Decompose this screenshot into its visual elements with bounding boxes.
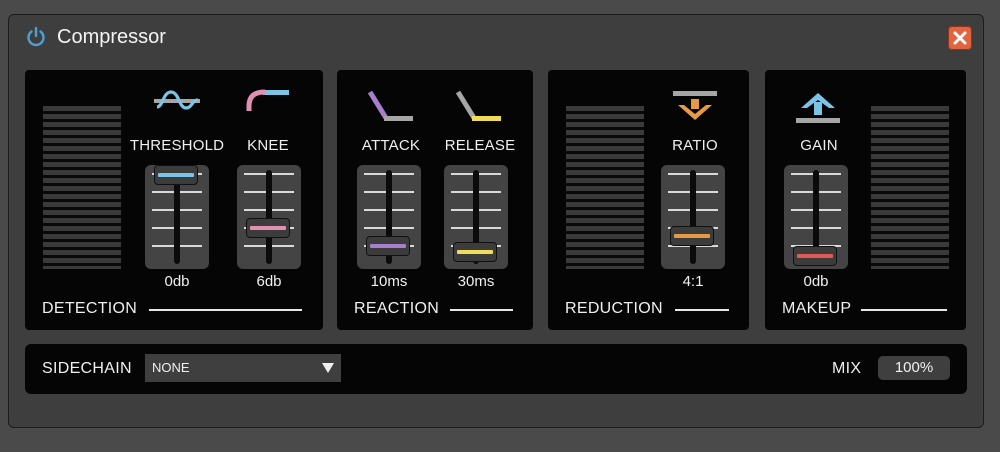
release-fader-knob[interactable] [453,241,497,262]
detection-panel: THRESHOLD KNEE 0db 6db DETECTION [25,70,323,330]
knee-fader-knob[interactable] [246,217,290,238]
knee-icon [246,89,289,111]
gain-icon [796,93,840,123]
release-value: 30ms [457,273,495,290]
sidechain-label: SIDECHAIN [42,360,132,377]
close-button[interactable] [948,26,972,50]
detection-level-meter [43,106,121,269]
sidechain-select[interactable]: NONE [145,354,341,382]
reduction-panel: RATIO 4:1 REDUCTION [548,70,749,330]
reduction-level-meter [566,106,644,269]
reaction-panel: ATTACK RELEASE 10ms 30ms REACTION [337,70,533,330]
knee-value: 6db [256,273,282,290]
threshold-label: THRESHOLD [129,137,225,154]
mix-value-field[interactable]: 100% [878,356,950,380]
makeup-divider [861,309,947,311]
window-title: Compressor [57,26,166,48]
attack-label: ATTACK [361,137,421,154]
close-icon [953,31,967,45]
gain-fader[interactable] [784,165,848,269]
gain-label: GAIN [800,137,838,154]
makeup-panel: GAIN 0db MAKEUP [765,70,966,330]
reduction-section-label: REDUCTION [565,300,663,317]
detection-divider [149,309,302,311]
gain-fader-knob[interactable] [793,246,837,266]
knee-fader[interactable] [237,165,301,269]
makeup-section-label: MAKEUP [782,300,852,317]
ratio-label: RATIO [672,137,718,154]
threshold-fader-knob[interactable] [154,165,198,185]
gain-value: 0db [803,273,829,290]
threshold-icon [154,90,200,110]
compressor-window: Compressor THRESHOLD KNEE 0db 6db DETECT… [8,14,984,428]
threshold-fader[interactable] [145,165,209,269]
attack-fader[interactable] [357,165,421,269]
detection-section-label: DETECTION [42,300,138,317]
ratio-value: 4:1 [682,273,704,290]
ratio-fader-knob[interactable] [670,225,714,246]
attack-value: 10ms [370,273,408,290]
ratio-fader[interactable] [661,165,725,269]
threshold-value: 0db [164,273,190,290]
release-fader[interactable] [444,165,508,269]
mix-label: MIX [832,360,862,377]
reaction-section-label: REACTION [354,300,440,317]
sidechain-bar: SIDECHAIN NONE MIX 100% [25,344,967,394]
release-icon [455,90,501,121]
ratio-icon [673,91,717,120]
attack-icon [367,90,413,121]
release-label: RELEASE [444,137,516,154]
attack-fader-knob[interactable] [366,236,410,257]
makeup-level-meter [871,106,949,269]
chevron-down-icon [322,363,334,373]
reaction-divider [450,309,513,311]
sidechain-selected-value: NONE [152,360,190,375]
power-icon[interactable] [25,26,47,48]
knee-label: KNEE [247,137,289,154]
reduction-divider [675,309,729,311]
